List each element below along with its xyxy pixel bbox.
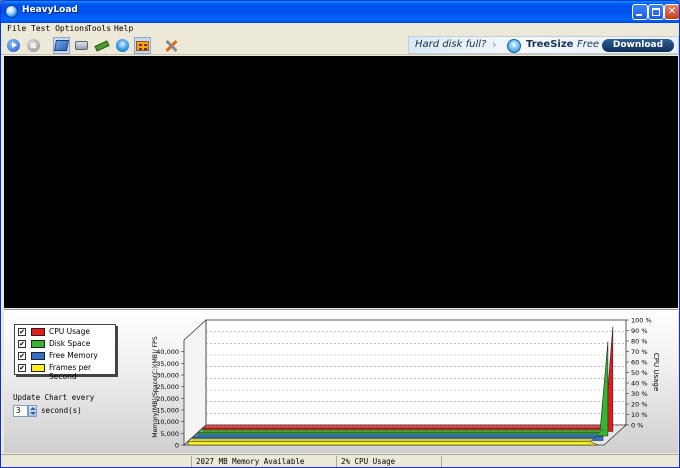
memory-icon xyxy=(93,39,110,52)
chart-back-wall xyxy=(205,319,627,426)
legend-swatch-disk xyxy=(31,340,45,348)
grid-icon xyxy=(136,40,149,51)
ad-edition: Free xyxy=(577,39,600,50)
right-axis-tick-label: 10 % xyxy=(631,411,648,419)
left-axis-tick-label: 10,000 xyxy=(156,418,179,426)
treesize-ad-banner[interactable]: Hard disk full? › TreeSize Free Download xyxy=(408,36,679,54)
ad-question: Hard disk full? xyxy=(415,39,487,50)
memory-test-button[interactable] xyxy=(93,37,110,54)
status-cell-3 xyxy=(441,456,679,467)
legend-checkbox-disk[interactable]: ✔ xyxy=(18,340,26,348)
status-memory: 2027 MB Memory Available xyxy=(191,456,336,467)
left-axis-tick-label: 30,000 xyxy=(156,372,179,380)
right-axis-tick-label: 0 % xyxy=(631,422,643,430)
stop-button[interactable] xyxy=(25,37,42,54)
download-button[interactable]: Download xyxy=(602,39,674,52)
legend-item-memory[interactable]: ✔ Free Memory xyxy=(18,351,116,361)
maximize-button[interactable] xyxy=(648,4,664,20)
left-axis-tick-label: 35,000 xyxy=(156,360,179,368)
app-icon[interactable] xyxy=(5,5,18,18)
series-top-face xyxy=(197,429,605,433)
series-top-face xyxy=(187,438,595,442)
play-icon xyxy=(7,39,20,52)
left-axis-tick-label: 20,000 xyxy=(156,395,179,403)
tools-button[interactable] xyxy=(162,37,179,54)
treesize-logo-icon xyxy=(507,39,521,53)
menu-test-options[interactable]: Test Options xyxy=(31,24,89,33)
chart-legend: ✔ CPU Usage ✔ Disk Space ✔ Free Memory ✔… xyxy=(14,324,116,381)
menu-file[interactable]: File xyxy=(7,24,26,33)
legend-checkbox-fps[interactable]: ✔ xyxy=(18,364,26,372)
legend-item-cpu[interactable]: ✔ CPU Usage xyxy=(18,327,116,337)
left-axis-title: Memory(MB)/Space(C:)(MB)/ FPS xyxy=(152,336,159,438)
status-bar: 2027 MB Memory Available 2% CPU Usage xyxy=(1,454,679,467)
right-axis-tick-label: 40 % xyxy=(631,380,648,388)
legend-checkbox-cpu[interactable]: ✔ xyxy=(18,328,26,336)
right-axis-tick-label: 90 % xyxy=(631,327,648,335)
right-axis-tick-label: 70 % xyxy=(631,348,648,356)
legend-label-fps: Frames per Second xyxy=(49,363,92,381)
chart-side-wall xyxy=(183,319,207,446)
legend-label-memory: Free Memory xyxy=(49,351,98,360)
left-axis-tick-label: 15,000 xyxy=(156,407,179,415)
update-interval-spinner[interactable] xyxy=(28,405,37,417)
legend-swatch-memory xyxy=(31,352,45,360)
status-cell-0 xyxy=(1,456,191,467)
tools-icon xyxy=(164,39,178,53)
window-title: HeavyLoad xyxy=(22,5,78,15)
right-axis-tick-label: 50 % xyxy=(631,369,648,377)
left-axis-tick-label: 0 xyxy=(175,442,179,450)
series-top-face xyxy=(192,433,600,438)
app-window: HeavyLoad ✕ File Test Options Tools Help… xyxy=(0,0,680,468)
close-icon: ✕ xyxy=(667,6,677,17)
legend-item-fps[interactable]: ✔ Frames per Second xyxy=(18,363,116,381)
right-axis-tick-label: 20 % xyxy=(631,401,648,409)
title-bar[interactable]: HeavyLoad ✕ xyxy=(1,1,679,23)
legend-swatch-cpu xyxy=(31,328,45,336)
disk-test-button[interactable] xyxy=(73,37,90,54)
left-axis-tick-label: 5,000 xyxy=(160,430,179,438)
maximize-icon xyxy=(652,8,660,16)
legend-item-disk[interactable]: ✔ Disk Space xyxy=(18,339,116,349)
series-frames-per-second xyxy=(187,441,599,446)
right-axis-tick-label: 100 % xyxy=(631,317,652,325)
chevron-right-icon: › xyxy=(492,38,497,51)
ad-product-name: TreeSize xyxy=(526,39,574,50)
cpu-test-button[interactable] xyxy=(53,37,70,54)
menu-tools[interactable]: Tools xyxy=(87,24,111,33)
legend-checkbox-memory[interactable]: ✔ xyxy=(18,352,26,360)
legend-label-disk: Disk Space xyxy=(49,339,91,348)
cpu-icon xyxy=(54,40,69,51)
legend-label-cpu: CPU Usage xyxy=(49,327,91,336)
stop-icon xyxy=(27,39,40,52)
close-button[interactable]: ✕ xyxy=(664,4,679,20)
menu-bar: File Test Options Tools Help xyxy=(1,23,679,35)
right-axis-tick-label: 60 % xyxy=(631,359,648,367)
right-axis-tick-label: 80 % xyxy=(631,338,648,346)
update-interval-label: Update Chart every xyxy=(13,393,95,402)
left-axis-tick-label: 25,000 xyxy=(156,383,179,391)
gpu-test-button[interactable] xyxy=(114,37,131,54)
minimize-icon xyxy=(636,14,642,16)
menu-help[interactable]: Help xyxy=(114,24,133,33)
monitor-panel: ✔ CPU Usage ✔ Disk Space ✔ Free Memory ✔… xyxy=(4,309,678,453)
render-viewport xyxy=(4,56,678,308)
start-button[interactable] xyxy=(5,37,22,54)
gpu-icon xyxy=(116,39,129,52)
legend-swatch-fps xyxy=(31,364,45,372)
grid-test-button[interactable] xyxy=(134,37,151,54)
load-chart: 0 5,000 10,000 15,000 20,000 25,000 30,000 35,0… xyxy=(152,317,660,450)
left-axis-tick-label: 40,000 xyxy=(156,348,179,356)
update-interval-unit: second(s) xyxy=(41,406,82,415)
right-axis-title: CPU Usage xyxy=(652,353,660,391)
disk-icon xyxy=(75,41,88,50)
right-axis-tick-label: 30 % xyxy=(631,390,648,398)
update-interval-input[interactable]: 3 xyxy=(13,405,28,417)
series-top-face xyxy=(202,424,610,429)
minimize-button[interactable] xyxy=(632,4,648,20)
status-cpu: 2% CPU Usage xyxy=(336,456,441,467)
